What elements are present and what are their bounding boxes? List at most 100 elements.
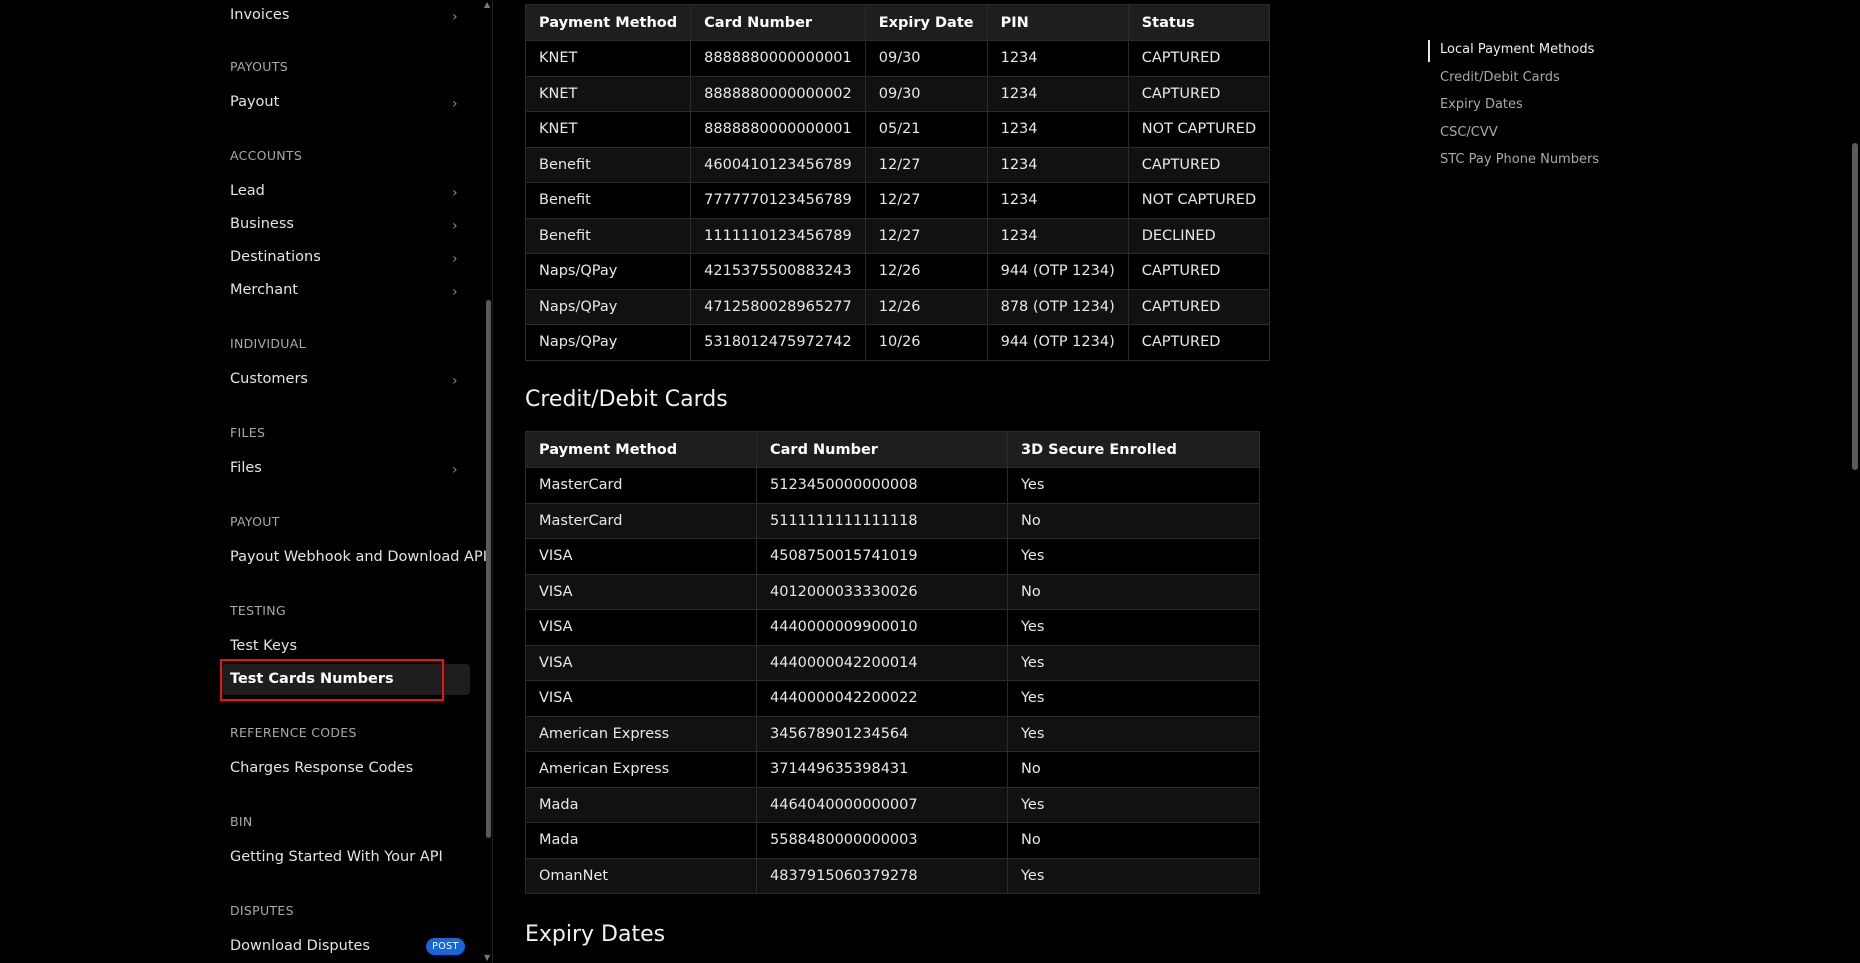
sidebar-item-customers[interactable]: Customers xyxy=(230,371,308,387)
table-cell-3d-secure-enrolled: No xyxy=(1007,573,1260,610)
table-row: Naps/QPay 5318012475972742 10/26 944 (OTP 1… xyxy=(524,324,1271,361)
sidebar-scrollbar-thumb[interactable] xyxy=(486,300,491,838)
table-cell-card-number: 4440000042200022 xyxy=(756,680,1008,717)
table-cell-3d-secure-enrolled: Yes xyxy=(1007,644,1260,681)
expiry-dates-heading: Expiry Dates xyxy=(525,922,666,947)
table-cell-pin: 1234 xyxy=(986,146,1129,183)
sidebar-section-label: PAYOUT xyxy=(230,514,280,529)
table-cell-payment-method: KNET xyxy=(524,75,692,112)
sidebar-section-label: INDIVIDUAL xyxy=(230,336,306,351)
sidebar-item-getting-started-with-your-api[interactable]: Getting Started With Your API xyxy=(230,849,443,865)
table-row: American Express 371449635398431 No xyxy=(525,751,1260,788)
table-row: VISA 4508750015741019 Yes xyxy=(525,538,1260,575)
table-cell-3d-secure-enrolled: Yes xyxy=(1007,857,1260,894)
table-cell-card-number: 8888880000000001 xyxy=(690,40,866,77)
table-cell-payment-method: VISA xyxy=(525,609,757,646)
table-cell-expiry-date: 10/26 xyxy=(864,324,988,361)
chevron-right-icon[interactable]: › xyxy=(452,462,464,478)
sidebar-item-payout-webhook-and-download-api[interactable]: Payout Webhook and Download API xyxy=(230,549,487,565)
chevron-right-icon[interactable]: › xyxy=(452,9,464,25)
table-cell-pin: 1234 xyxy=(986,217,1129,254)
sidebar-item-lead[interactable]: Lead xyxy=(230,183,265,199)
table-row: American Express 345678901234564 Yes xyxy=(525,715,1260,752)
table-row: OmanNet 4837915060379278 Yes xyxy=(525,857,1260,894)
table-cell-card-number: 4600410123456789 xyxy=(690,146,866,183)
toc-link-local-payment-methods[interactable]: Local Payment Methods xyxy=(1440,42,1594,57)
table-cell-status: NOT CAPTURED xyxy=(1127,182,1271,219)
chevron-right-icon[interactable]: › xyxy=(452,373,464,389)
sidebar-section-label: ACCOUNTS xyxy=(230,148,303,163)
sidebar-item-destinations[interactable]: Destinations xyxy=(230,249,321,265)
table-row: Naps/QPay 4215375500883243 12/26 944 (OTP 1… xyxy=(524,253,1271,290)
table-cell-3d-secure-enrolled: Yes xyxy=(1007,680,1260,717)
table-cell-pin: 1234 xyxy=(986,182,1129,219)
chevron-right-icon[interactable]: › xyxy=(452,96,464,112)
highlight-annotation-box xyxy=(220,659,444,701)
sidebar-item-payout[interactable]: Payout xyxy=(230,94,279,110)
table-cell-payment-method: VISA xyxy=(525,680,757,717)
sidebar-nav: Invoices › PAYOUTS Payout › ACCOUNTS Lead › Busi… xyxy=(0,0,493,963)
column-header-pin: PIN xyxy=(986,4,1129,41)
table-cell-payment-method: KNET xyxy=(524,40,692,77)
toc-link-csc-cvv[interactable]: CSC/CVV xyxy=(1440,125,1498,140)
column-header-expiry-date: Expiry Date xyxy=(864,4,988,41)
sidebar-section-label: FILES xyxy=(230,425,266,440)
table-cell-payment-method: American Express xyxy=(525,751,757,788)
table-row: Mada 5588480000000003 No xyxy=(525,822,1260,859)
table-cell-card-number: 345678901234564 xyxy=(756,715,1008,752)
table-cell-3d-secure-enrolled: Yes xyxy=(1007,715,1260,752)
table-row: KNET 8888880000000002 09/30 1234 CAPTURED xyxy=(524,75,1271,112)
table-cell-payment-method: Benefit xyxy=(524,182,692,219)
chevron-right-icon[interactable]: › xyxy=(452,284,464,300)
table-cell-expiry-date: 12/27 xyxy=(864,146,988,183)
chevron-right-icon[interactable]: › xyxy=(452,251,464,267)
table-cell-card-number: 5123450000000008 xyxy=(756,467,1008,504)
table-row: Mada 4464040000000007 Yes xyxy=(525,786,1260,823)
toc-link-expiry-dates[interactable]: Expiry Dates xyxy=(1440,97,1523,112)
table-cell-pin: 878 (OTP 1234) xyxy=(986,288,1129,325)
table-cell-3d-secure-enrolled: Yes xyxy=(1007,609,1260,646)
table-cell-payment-method: Benefit xyxy=(524,146,692,183)
table-row: Naps/QPay 4712580028965277 12/26 878 (OTP 1… xyxy=(524,288,1271,325)
table-cell-card-number: 4215375500883243 xyxy=(690,253,866,290)
sidebar-item-invoices[interactable]: Invoices xyxy=(230,7,289,23)
toc-link-stc-pay-phone-numbers[interactable]: STC Pay Phone Numbers xyxy=(1440,152,1599,167)
chevron-right-icon[interactable]: › xyxy=(452,218,464,234)
table-row: KNET 8888880000000001 05/21 1234 NOT CAPTURE… xyxy=(524,111,1271,148)
table-cell-3d-secure-enrolled: Yes xyxy=(1007,467,1260,504)
table-cell-card-number: 4440000042200014 xyxy=(756,644,1008,681)
table-row: MasterCard 5123450000000008 Yes xyxy=(525,467,1260,504)
table-cell-card-number: 7777770123456789 xyxy=(690,182,866,219)
table-cell-card-number: 5318012475972742 xyxy=(690,324,866,361)
sidebar-item-download-disputes[interactable]: Download Disputes xyxy=(230,938,370,954)
sidebar-section-label: TESTING xyxy=(230,603,286,618)
table-cell-card-number: 371449635398431 xyxy=(756,751,1008,788)
page-scrollbar-thumb[interactable] xyxy=(1852,143,1858,470)
toc-link-credit-debit-cards[interactable]: Credit/Debit Cards xyxy=(1440,70,1560,85)
table-cell-status: NOT CAPTURED xyxy=(1127,111,1271,148)
sidebar-item-business[interactable]: Business xyxy=(230,216,294,232)
table-cell-status: CAPTURED xyxy=(1127,288,1271,325)
chevron-right-icon[interactable]: › xyxy=(452,185,464,201)
sidebar-item-merchant[interactable]: Merchant xyxy=(230,282,298,298)
table-cell-pin: 1234 xyxy=(986,111,1129,148)
table-cell-card-number: 5588480000000003 xyxy=(756,822,1008,859)
table-header-row: Payment Method Card Number Expiry Date PIN S… xyxy=(524,4,1271,41)
table-cell-payment-method: KNET xyxy=(524,111,692,148)
column-header-payment-method: Payment Method xyxy=(525,431,757,468)
sidebar-item-charges-response-codes[interactable]: Charges Response Codes xyxy=(230,760,413,776)
table-cell-payment-method: Naps/QPay xyxy=(524,253,692,290)
sidebar-scroll-down-icon[interactable]: ▼ xyxy=(484,953,490,962)
credit-debit-cards-table: Payment Method Card Number 3D Secure Enrol… xyxy=(525,431,1260,894)
column-header-card-number: Card Number xyxy=(756,431,1008,468)
main-content: Payment Method Card Number Expiry Date PIN S… xyxy=(493,0,1843,963)
column-header-3d-secure-enrolled: 3D Secure Enrolled xyxy=(1007,431,1260,468)
toc-active-indicator xyxy=(1428,40,1430,62)
sidebar-section-label: REFERENCE CODES xyxy=(230,725,357,740)
table-cell-expiry-date: 12/27 xyxy=(864,217,988,254)
sidebar-item-test-keys[interactable]: Test Keys xyxy=(230,638,297,654)
table-row: MasterCard 5111111111111118 No xyxy=(525,502,1260,539)
table-header-row: Payment Method Card Number 3D Secure Enrol… xyxy=(525,431,1260,468)
sidebar-item-files[interactable]: Files xyxy=(230,460,262,476)
sidebar-scroll-up-icon[interactable]: ▲ xyxy=(484,0,490,9)
